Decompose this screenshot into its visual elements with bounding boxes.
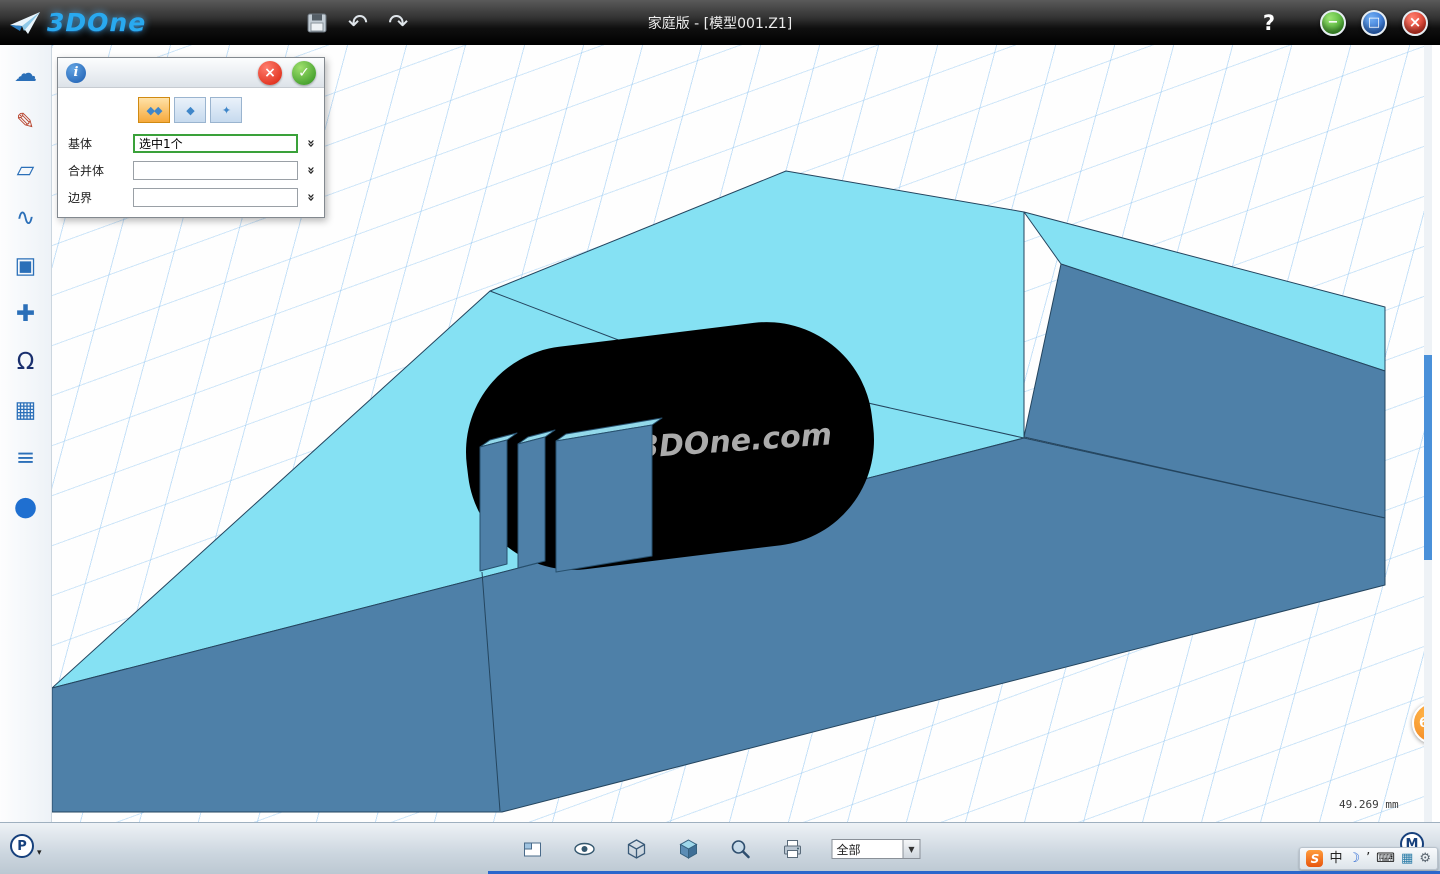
- dimension-readout: 49.269 mm: [1339, 798, 1399, 811]
- plate-front-face[interactable]: [518, 437, 545, 568]
- sidebar-item-assembly[interactable]: Ω: [8, 345, 44, 379]
- boundary-field-input[interactable]: [133, 188, 298, 207]
- save-icon[interactable]: [306, 12, 328, 34]
- restore-button[interactable]: □: [1361, 10, 1387, 36]
- chevron-down-icon[interactable]: »: [303, 163, 318, 178]
- profile-button[interactable]: P: [10, 834, 34, 858]
- shaded-view-button[interactable]: [676, 836, 702, 862]
- ime-toolbox-icon[interactable]: ▦: [1401, 852, 1413, 865]
- base-field-label: 基体: [68, 135, 128, 152]
- tool-options-dialog: i × ✓ ◆◆ ◆ ✦ 基体 » 合并体 » 边界 »: [57, 57, 325, 218]
- zoom-button[interactable]: [728, 836, 754, 862]
- plate-front-face[interactable]: [556, 425, 652, 572]
- sidebar-item-shapes[interactable]: ☁: [8, 57, 44, 91]
- shaded-cube-icon: [677, 837, 701, 861]
- ime-settings-icon[interactable]: ⚙: [1419, 852, 1431, 865]
- sidebar-item-align[interactable]: ≡: [8, 441, 44, 475]
- scrollbar-thumb[interactable]: [1424, 355, 1432, 560]
- sidebar-item-combine[interactable]: ▦: [8, 393, 44, 427]
- sidebar-item-material[interactable]: ●: [8, 489, 44, 523]
- wireframe-view-button[interactable]: [624, 836, 650, 862]
- sidebar-item-sketch[interactable]: ▱: [8, 153, 44, 187]
- tab-required-inputs[interactable]: ◆◆: [138, 97, 170, 123]
- chevron-down-icon[interactable]: »: [303, 136, 318, 151]
- plate-front-face[interactable]: [480, 440, 507, 571]
- display-filter-value[interactable]: 全部: [832, 839, 904, 859]
- app-window: 3DOne ↶ ↷ 家庭版 - [模型001.Z1] ? − □ × ☁ ✎ ▱…: [0, 0, 1440, 874]
- field-row-merge: 合并体 »: [58, 157, 324, 184]
- visibility-button[interactable]: [572, 836, 598, 862]
- modeling-canvas[interactable]: i3DOne.com 49.269 mm i × ✓ ◆◆ ◆: [52, 45, 1432, 822]
- ime-fullhalf-icon[interactable]: ☽: [1348, 852, 1360, 865]
- help-icon[interactable]: ?: [1263, 11, 1275, 35]
- titlebar-quick-tools: ↶ ↷: [306, 0, 408, 45]
- merge-field-label: 合并体: [68, 162, 128, 179]
- app-name: 3DOne: [47, 8, 146, 37]
- display-filter: 全部 ▼: [832, 839, 921, 859]
- sidebar-item-curve[interactable]: ∿: [8, 201, 44, 235]
- vertical-scrollbar[interactable]: [1424, 45, 1432, 822]
- display-filter-dropdown-icon[interactable]: ▼: [904, 839, 921, 859]
- undo-icon[interactable]: ↶: [348, 11, 368, 35]
- sidebar-item-move[interactable]: ✚: [8, 297, 44, 331]
- profile-control: P ▾: [10, 834, 42, 858]
- view-plane-button[interactable]: [520, 836, 546, 862]
- field-row-base: 基体 »: [58, 130, 324, 157]
- titlebar-right-controls: ? − □ ×: [1263, 0, 1428, 45]
- print-button[interactable]: [780, 836, 806, 862]
- titlebar: 3DOne ↶ ↷ 家庭版 - [模型001.Z1] ? − □ ×: [0, 0, 1440, 45]
- ime-punctuation-icon[interactable]: ’: [1366, 852, 1370, 865]
- minimize-button[interactable]: −: [1320, 10, 1346, 36]
- merge-field-input[interactable]: [133, 161, 298, 180]
- ime-language-toggle[interactable]: 中: [1329, 852, 1342, 865]
- selection-mode-tabs: ◆◆ ◆ ✦: [58, 88, 324, 130]
- boundary-field-label: 边界: [68, 189, 128, 206]
- sidebar-item-feature[interactable]: ▣: [8, 249, 44, 283]
- cancel-button[interactable]: ×: [258, 61, 282, 85]
- model-plates[interactable]: [480, 418, 662, 572]
- wireframe-cube-icon: [625, 837, 649, 861]
- printer-icon: [781, 837, 805, 861]
- sidebar-item-paint[interactable]: ✎: [8, 105, 44, 139]
- eye-icon: [573, 837, 597, 861]
- left-toolbar: ☁ ✎ ▱ ∿ ▣ ✚ Ω ▦ ≡ ●: [0, 45, 52, 822]
- redo-icon[interactable]: ↷: [388, 11, 408, 35]
- paper-plane-icon: [8, 10, 42, 36]
- view-plane-icon: [521, 837, 545, 861]
- profile-caret-icon[interactable]: ▾: [37, 848, 42, 858]
- dialog-header[interactable]: i × ✓: [58, 58, 324, 88]
- status-bar: P ▾: [0, 822, 1440, 874]
- magnifier-icon: [729, 837, 753, 861]
- confirm-button[interactable]: ✓: [292, 61, 316, 85]
- ime-keyboard-icon[interactable]: ⌨: [1376, 852, 1395, 865]
- app-logo: 3DOne: [8, 8, 146, 37]
- field-row-boundary: 边界 »: [58, 184, 324, 217]
- tab-add-mode[interactable]: ◆: [174, 97, 206, 123]
- info-icon[interactable]: i: [66, 63, 86, 83]
- ime-language-bar: S 中 ☽ ’ ⌨ ▦ ⚙: [1299, 847, 1438, 870]
- view-tools: 全部 ▼: [520, 823, 921, 874]
- close-button[interactable]: ×: [1402, 10, 1428, 36]
- window-title: 家庭版 - [模型001.Z1]: [0, 0, 1440, 45]
- tab-options[interactable]: ✦: [210, 97, 242, 123]
- base-field-input[interactable]: [133, 134, 298, 153]
- ime-logo-icon[interactable]: S: [1306, 850, 1323, 867]
- chevron-down-icon[interactable]: »: [303, 190, 318, 205]
